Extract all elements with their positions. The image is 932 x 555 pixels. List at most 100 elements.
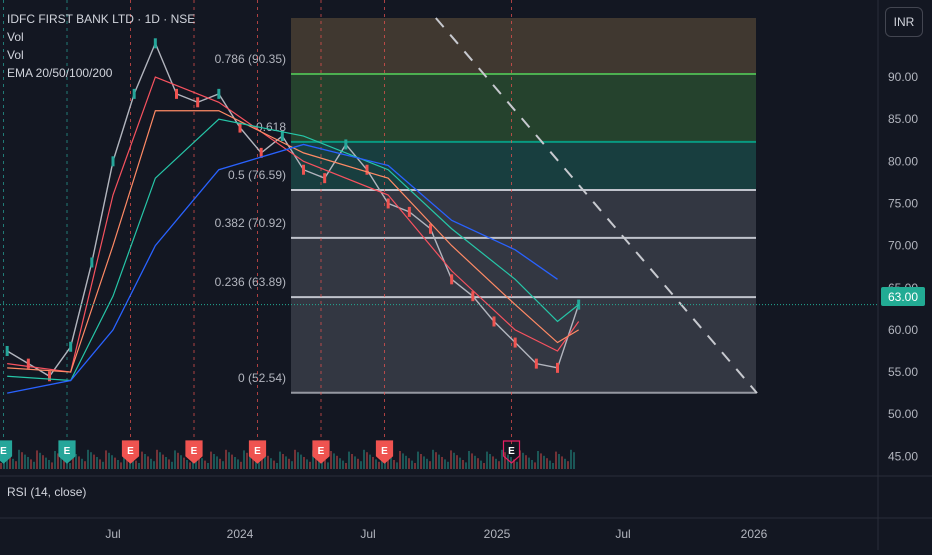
earnings-badge-label-2: E (127, 446, 134, 457)
volume-bar (243, 450, 245, 469)
fib-zone-0 (291, 18, 756, 75)
currency-button[interactable]: INR (885, 7, 923, 37)
volume-bar (81, 458, 83, 469)
fib-zone-1 (291, 74, 756, 142)
volume-bar (444, 459, 446, 469)
volume-bar (297, 452, 299, 469)
volume-bar (234, 457, 236, 469)
candle (302, 164, 305, 175)
volume-bar (183, 457, 185, 469)
volume-bar (474, 455, 476, 469)
volume-bar (267, 455, 269, 469)
vol-indicator-2[interactable]: Vol (7, 46, 195, 64)
volume-bar (111, 455, 113, 469)
volume-bar (549, 460, 551, 469)
y-tick-label: 55.00 (888, 365, 918, 379)
volume-bar (15, 461, 17, 469)
rsi-label[interactable]: RSI (14, close) (7, 485, 86, 499)
volume-bar (327, 462, 329, 469)
volume-bar (90, 452, 92, 469)
candle (429, 223, 432, 234)
volume-bar (468, 451, 470, 469)
y-tick-label: 75.00 (888, 196, 918, 210)
ema-indicator[interactable]: EMA 20/50/100/200 (7, 64, 195, 82)
volume-bar (453, 452, 455, 469)
volume-bar (546, 458, 548, 469)
volume-bar (51, 462, 53, 469)
candle (492, 316, 496, 327)
fib-zone-3 (291, 190, 756, 393)
volume-bar (333, 453, 335, 469)
volume-bar (375, 459, 377, 469)
volume-bar (45, 457, 47, 469)
volume-bar (522, 452, 524, 469)
volume-bar (372, 457, 374, 469)
y-tick-label: 80.00 (888, 154, 918, 168)
volume-bar (402, 453, 404, 469)
y-tick-label: 45.00 (888, 449, 918, 463)
volume-bar (246, 452, 248, 469)
earnings-badge-label-1: E (64, 446, 71, 457)
volume-bar (201, 458, 203, 469)
candle (111, 156, 115, 167)
volume-bar (270, 458, 272, 469)
volume-bar (342, 460, 344, 469)
volume-bar (144, 454, 146, 469)
volume-bar (282, 454, 284, 469)
candle (48, 371, 51, 382)
volume-bar (84, 461, 86, 469)
symbol-title[interactable]: IDFC FIRST BANK LTD · 1D · NSE (7, 10, 195, 28)
candle (365, 164, 369, 175)
volume-bar (426, 458, 428, 469)
volume-bar (168, 459, 170, 469)
volume-bar (33, 461, 35, 469)
volume-bar (102, 461, 104, 469)
volume-bar (135, 460, 137, 469)
volume-bar (159, 452, 161, 469)
volume-bar (540, 453, 542, 469)
candle (323, 173, 327, 184)
volume-bar (93, 454, 95, 469)
volume-bar (567, 461, 569, 469)
chart[interactable]: 0 (52.54) 0.236 (63.89) 0.382 (70.92) 0.5 (… (0, 0, 932, 550)
candle (513, 337, 517, 348)
volume-bar (207, 463, 209, 469)
fib-label-0_236: 0.236 (63.89) (215, 275, 286, 289)
volume-bar (441, 457, 443, 469)
volume-bar (405, 455, 407, 469)
earnings-badge-label-6: E (381, 446, 388, 457)
candle (5, 345, 9, 356)
volume-bar (525, 455, 527, 469)
volume-bar (348, 451, 350, 469)
volume-bar (48, 460, 50, 469)
volume-bar (360, 461, 362, 469)
candle (196, 97, 200, 108)
volume-bar (171, 461, 173, 469)
volume-bar (231, 454, 233, 469)
volume-bar (213, 454, 215, 469)
volume-bar (357, 458, 359, 469)
volume-bar (222, 461, 224, 469)
volume-bar (486, 451, 488, 469)
fib-label-0: 0 (52.54) (238, 371, 286, 385)
volume-bar (573, 452, 575, 469)
volume-bar (306, 459, 308, 469)
volume-bar (543, 455, 545, 469)
volume-bar (18, 449, 20, 469)
candle (386, 198, 390, 209)
earnings-badge-label-5: E (318, 446, 325, 457)
volume-bar (99, 459, 101, 469)
volume-bar (489, 454, 491, 469)
volume-bar (114, 457, 116, 469)
volume-bar (480, 460, 482, 469)
volume-bar (273, 460, 275, 469)
volume-bar (108, 452, 110, 469)
volume-bar (150, 458, 152, 469)
volume-bar (396, 462, 398, 469)
volume-bar (156, 449, 158, 469)
volume-bar (534, 462, 536, 469)
volume-bar (285, 456, 287, 469)
vol-indicator-1[interactable]: Vol (7, 28, 195, 46)
volume-bar (555, 451, 557, 469)
volume-bar (120, 462, 122, 469)
